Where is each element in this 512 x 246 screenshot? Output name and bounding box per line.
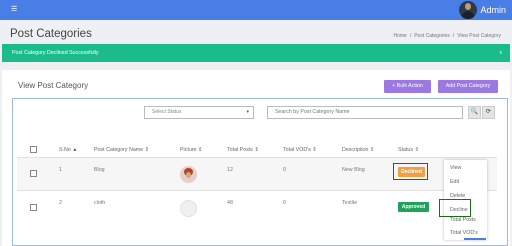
add-post-category-button[interactable]: Add Post Category [438,80,498,93]
cell-name: Blog [94,167,105,173]
cell-total-vods: 0 [283,200,286,206]
sort-icon: ⇕ [197,147,203,153]
sort-icon: ⇕ [144,147,150,153]
breadcrumb-separator: / [452,33,455,39]
sort-icon: ⇕ [414,147,419,153]
avatar[interactable] [459,1,478,19]
cell-total-vods: 0 [283,167,286,173]
status-select[interactable]: Select Status ▾ [144,106,254,119]
breadcrumb-current: View Post Category [457,33,501,39]
column-header-picture[interactable]: Picture ⇕ [180,147,202,153]
table-container: Select Status ▾ Search by Post Category … [12,98,508,246]
cell-sno: 1 [59,167,62,173]
success-alert: Post Category Declined Successfully x [2,44,510,62]
cell-total-posts: 48 [227,200,233,206]
search-icon[interactable]: 🔍 [468,106,481,119]
post-category-card: View Post Category + Bulk Action Add Pos… [2,70,510,246]
cell-sno: 2 [59,200,62,206]
admin-profile[interactable]: Admin [459,1,506,19]
row-checkbox[interactable] [30,204,37,211]
column-header-sno[interactable]: S.No ▲ [59,147,78,153]
sort-icon: ⇕ [369,147,375,153]
column-header-name[interactable]: Post Category Name ⇕ [94,147,149,153]
bulk-action-button[interactable]: + Bulk Action [384,80,431,93]
breadcrumb-home[interactable]: Home [393,33,406,39]
cell-description: New Blog [342,167,365,173]
category-picture [180,166,197,183]
cell-description: Textile [342,200,358,206]
menu-item-view[interactable]: View [450,165,461,171]
status-select-placeholder: Select Status [152,109,182,115]
breadcrumb: Home / Post Categories / View Post Categ… [393,33,501,39]
breadcrumb-post-categories[interactable]: Post Categories [414,33,450,39]
card-title: View Post Category [18,81,89,90]
cell-total-posts: 12 [227,167,233,173]
column-header-status[interactable]: Status ⇕ [398,147,419,153]
chevron-down-icon: ▾ [246,109,249,115]
status-badge: Approved [398,202,429,212]
menu-item-total-posts[interactable]: Total Posts [450,217,476,223]
column-header-total-vods[interactable]: Total VOD's ⇕ [283,147,317,153]
menu-item-edit[interactable]: Edit [450,179,459,185]
sort-icon: ⇕ [312,147,317,153]
sort-icon: ⇕ [254,147,259,153]
breadcrumb-separator: / [409,33,412,39]
highlight-box [439,199,471,217]
category-picture [180,200,197,217]
column-header-total-posts[interactable]: Total Posts ⇕ [227,147,259,153]
sort-asc-icon: ▲ [72,147,78,153]
cell-name: cloth [94,200,106,206]
alert-message: Post Category Declined Successfully [12,50,99,56]
hamburger-icon[interactable]: ☰ [11,5,17,14]
close-icon[interactable]: x [500,44,503,62]
select-all-checkbox[interactable] [30,146,37,153]
search-input[interactable]: Search by Post Category Name [267,106,463,119]
divider [17,190,497,191]
status-badge: Declined [398,167,425,177]
action-button-bar[interactable] [464,238,486,240]
column-header-description[interactable]: Description ⇕ [342,147,374,153]
menu-item-total-vods[interactable]: Total VOD's [450,230,478,236]
top-navbar: ☰ Admin [0,0,512,20]
refresh-icon[interactable]: ⟳ [482,106,495,119]
admin-label[interactable]: Admin [480,5,506,15]
page-title: Post Categories [10,28,92,40]
row-checkbox[interactable] [30,170,37,177]
